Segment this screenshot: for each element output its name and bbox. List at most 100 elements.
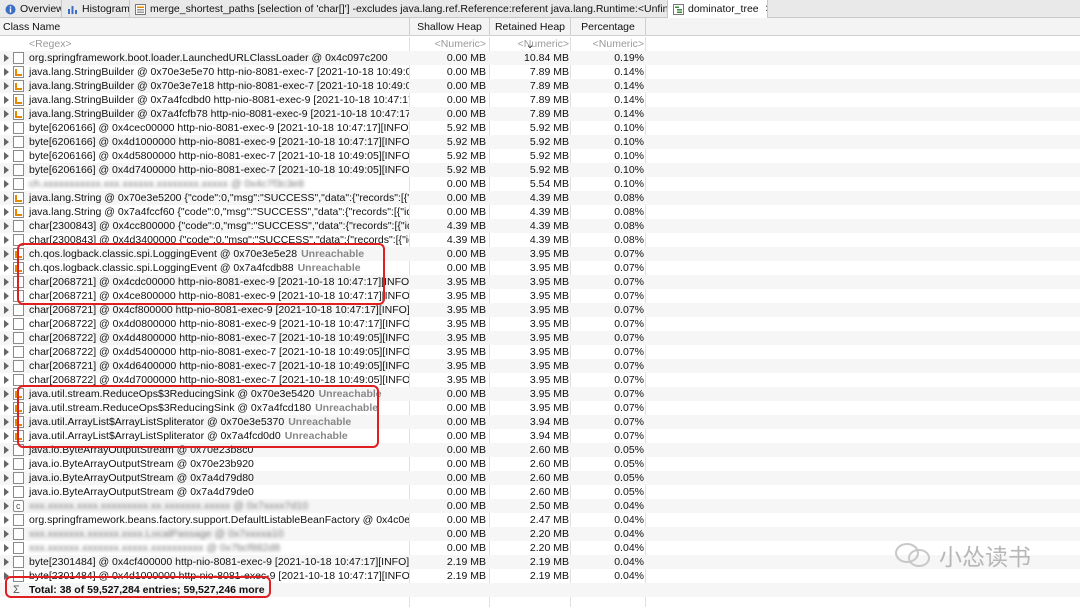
table-row[interactable]: ch.xxxxxxxxxxx.xxx.xxxxxx.xxxxxxxx.xxxxx… (0, 177, 1080, 191)
shallow-heap-value: 0.00 MB (446, 458, 486, 470)
shallow-heap-value: 0.00 MB (446, 402, 486, 414)
retained-heap-value: 3.95 MB (529, 276, 569, 288)
retained-heap-value: 7.89 MB (529, 108, 569, 120)
class-name-filter-input[interactable]: <Regex> (29, 37, 72, 51)
expand-arrow-icon[interactable] (4, 208, 9, 216)
expand-arrow-icon[interactable] (4, 418, 9, 426)
table-row[interactable]: java.lang.StringBuilder @ 0x70e3e5e70 ht… (0, 65, 1080, 79)
expand-arrow-icon[interactable] (4, 180, 9, 188)
tab-merge-shortest-paths[interactable]: merge_shortest_paths [selection of 'char… (130, 0, 668, 18)
table-row[interactable]: xxx.xxxxx.xxxx.xxxxxxxxx.xx.xxxxxxx.xxxx… (0, 499, 1080, 513)
expand-arrow-icon[interactable] (4, 488, 9, 496)
object-reference-icon (13, 94, 24, 106)
tab-label: Histogram (82, 3, 130, 15)
table-row[interactable]: byte[6206166] @ 0x4d1000000 http-nio-808… (0, 135, 1080, 149)
table-row[interactable]: java.lang.String @ 0x70e3e5200 {"code":0… (0, 191, 1080, 205)
expand-arrow-icon[interactable] (4, 376, 9, 384)
percentage-value: 0.08% (614, 220, 644, 232)
percentage-value: 0.07% (614, 276, 644, 288)
expand-arrow-icon[interactable] (4, 236, 9, 244)
retained-heap-filter-input[interactable]: <Numeric> (490, 37, 569, 51)
expand-arrow-icon[interactable] (4, 460, 9, 468)
column-header-shallow-heap[interactable]: Shallow Heap (410, 18, 490, 36)
table-row[interactable]: char[2068721] @ 0x4cf800000 http-nio-808… (0, 303, 1080, 317)
table-row[interactable]: org.springframework.beans.factory.suppor… (0, 513, 1080, 527)
percentage-value: 0.07% (614, 360, 644, 372)
expand-arrow-icon[interactable] (4, 250, 9, 258)
retained-heap-value: 3.94 MB (529, 430, 569, 442)
expand-arrow-icon[interactable] (4, 222, 9, 230)
table-row[interactable]: byte[6206166] @ 0x4d7400000 http-nio-808… (0, 163, 1080, 177)
shallow-heap-filter-input[interactable]: <Numeric> (410, 37, 486, 51)
expand-arrow-icon[interactable] (4, 348, 9, 356)
expand-arrow-icon[interactable] (4, 152, 9, 160)
class-name: org.springframework.boot.loader.Launched… (29, 52, 388, 64)
object-icon (13, 556, 24, 568)
expand-arrow-icon[interactable] (4, 264, 9, 272)
expand-arrow-icon[interactable] (4, 68, 9, 76)
close-icon[interactable]: ✕ (765, 4, 767, 15)
column-header-retained-heap[interactable]: Retained Heap ⌄ (490, 18, 571, 51)
tab-dominator-tree[interactable]: dominator_tree ✕ (668, 0, 768, 18)
expand-arrow-icon[interactable] (4, 390, 9, 398)
expand-arrow-icon[interactable] (4, 124, 9, 132)
expand-arrow-icon[interactable] (4, 334, 9, 342)
table-row[interactable]: java.lang.StringBuilder @ 0x7a4fcfb78 ht… (0, 107, 1080, 121)
column-header-class-name[interactable]: Class Name (0, 18, 410, 36)
table-row[interactable]: java.lang.String @ 0x7a4fccf60 {"code":0… (0, 205, 1080, 219)
table-row[interactable]: char[2068722] @ 0x4d5400000 http-nio-808… (0, 345, 1080, 359)
table-row[interactable]: char[2068721] @ 0x4d6400000 http-nio-808… (0, 359, 1080, 373)
table-row[interactable]: char[2068722] @ 0x4d0800000 http-nio-808… (0, 317, 1080, 331)
table-row[interactable]: char[2300843] @ 0x4cc800000 {"code":0,"m… (0, 219, 1080, 233)
expand-arrow-icon[interactable] (4, 474, 9, 482)
table-row[interactable]: java.io.ByteArrayOutputStream @ 0x7a4d79… (0, 471, 1080, 485)
shallow-heap-value: 5.92 MB (446, 150, 486, 162)
expand-arrow-icon[interactable] (4, 446, 9, 454)
table-row[interactable]: java.io.ByteArrayOutputStream @ 0x7a4d79… (0, 485, 1080, 499)
expand-arrow-icon[interactable] (4, 194, 9, 202)
expand-arrow-icon[interactable] (4, 54, 9, 62)
tab-label: dominator_tree (688, 3, 759, 15)
table-row[interactable]: java.io.ByteArrayOutputStream @ 0x70e23b… (0, 457, 1080, 471)
table-row[interactable]: java.lang.StringBuilder @ 0x70e3e7e18 ht… (0, 79, 1080, 93)
percentage-filter-input[interactable]: <Numeric> (571, 37, 644, 51)
expand-arrow-icon[interactable] (4, 306, 9, 314)
object-icon (13, 542, 24, 554)
tab-histogram[interactable]: Histogram (62, 0, 130, 18)
retained-heap-value: 5.92 MB (529, 164, 569, 176)
object-reference-icon (13, 80, 24, 92)
expand-arrow-icon[interactable] (4, 558, 9, 566)
expand-arrow-icon[interactable] (4, 166, 9, 174)
class-name: char[2068722] @ 0x4d0800000 http-nio-808… (29, 318, 409, 330)
expand-arrow-icon[interactable] (4, 404, 9, 412)
table-row[interactable]: org.springframework.boot.loader.Launched… (0, 51, 1080, 65)
expand-arrow-icon[interactable] (4, 544, 9, 552)
class-name: java.io.ByteArrayOutputStream @ 0x7a4d79… (29, 472, 254, 484)
percentage-value: 0.07% (614, 332, 644, 344)
expand-arrow-icon[interactable] (4, 516, 9, 524)
expand-arrow-icon[interactable] (4, 292, 9, 300)
expand-arrow-icon[interactable] (4, 96, 9, 104)
class-name: char[2300843] @ 0x4cc800000 {"code":0,"m… (29, 220, 409, 232)
column-header-percentage[interactable]: Percentage (571, 18, 646, 36)
expand-arrow-icon[interactable] (4, 82, 9, 90)
retained-heap-value: 3.95 MB (529, 318, 569, 330)
expand-arrow-icon[interactable] (4, 530, 9, 538)
expand-arrow-icon[interactable] (4, 278, 9, 286)
expand-arrow-icon[interactable] (4, 110, 9, 118)
table-row[interactable]: char[2068722] @ 0x4d4800000 http-nio-808… (0, 331, 1080, 345)
expand-arrow-icon[interactable] (4, 432, 9, 440)
table-header: Class Name Shallow Heap Retained Heap ⌄ … (0, 18, 1080, 51)
expand-arrow-icon[interactable] (4, 138, 9, 146)
table-row[interactable]: byte[6206166] @ 0x4d5800000 http-nio-808… (0, 149, 1080, 163)
table-row[interactable]: java.lang.StringBuilder @ 0x7a4fcdbd0 ht… (0, 93, 1080, 107)
expand-arrow-icon[interactable] (4, 320, 9, 328)
expand-arrow-icon[interactable] (4, 502, 9, 510)
tab-overview[interactable]: Overview (0, 0, 62, 18)
merge-paths-icon (135, 3, 146, 15)
shallow-heap-value: 5.92 MB (446, 136, 486, 148)
expand-arrow-icon[interactable] (4, 362, 9, 370)
table-row[interactable]: byte[6206166] @ 0x4cec00000 http-nio-808… (0, 121, 1080, 135)
object-icon (13, 304, 24, 316)
shallow-heap-value: 3.95 MB (446, 346, 486, 358)
